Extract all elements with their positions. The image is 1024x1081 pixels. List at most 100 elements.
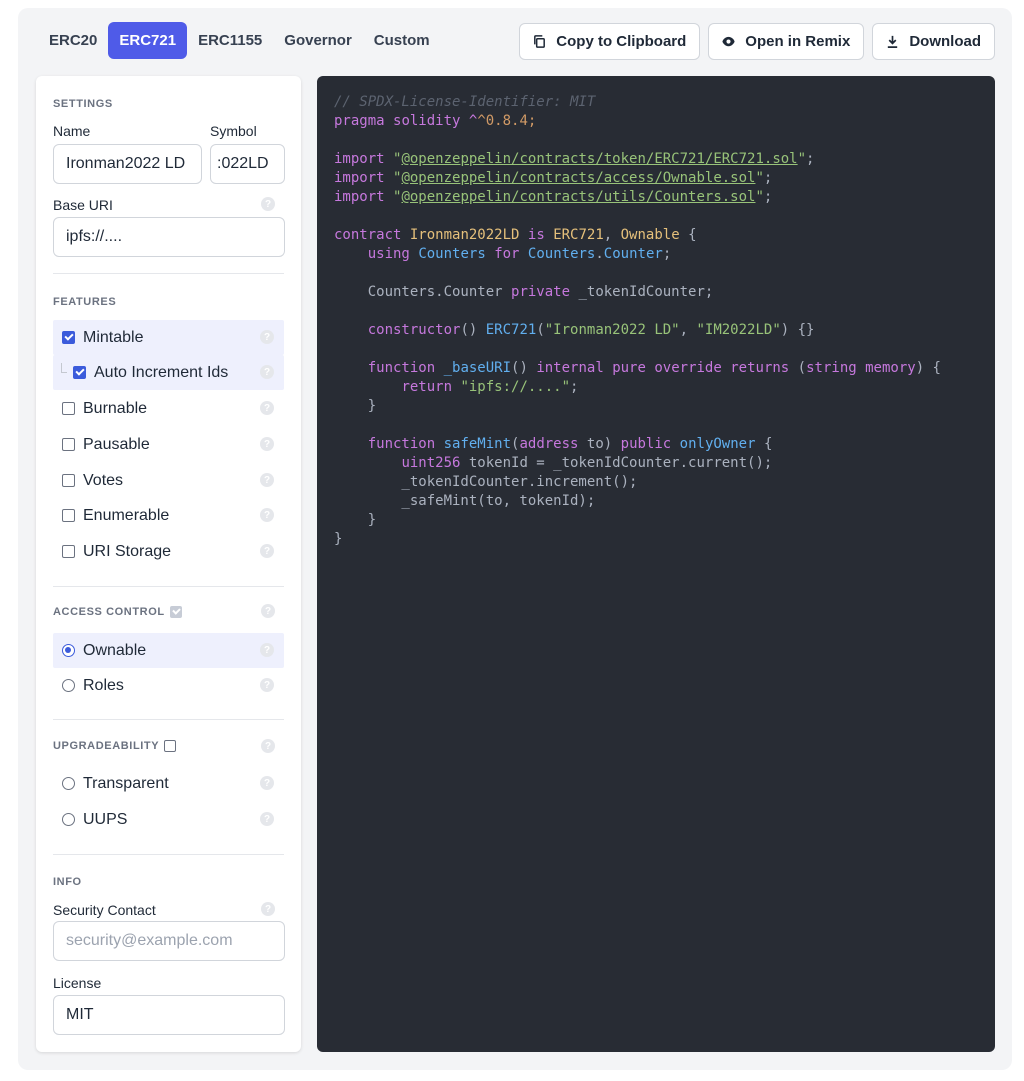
nested-indicator [61,363,67,373]
copy-to-clipboard-button[interactable]: Copy to Clipboard [519,23,701,60]
enumerable-checkbox[interactable] [62,509,75,522]
access-control-help-icon[interactable]: ? [261,604,275,618]
base-uri-label: Base URI [53,197,113,213]
uups-label: UUPS [83,810,128,828]
roles-help-icon[interactable]: ? [260,678,274,692]
security-contact-input[interactable]: security@example.com [53,921,285,961]
security-contact-help-icon[interactable]: ? [261,902,275,916]
uri-storage-label: URI Storage [83,542,172,560]
license-input[interactable]: MIT [53,995,285,1035]
action-buttons: Copy to Clipboard Open in Remix Download [519,23,995,60]
code-base-uri: "ipfs://...." [460,379,571,395]
pausable-help-icon[interactable]: ? [260,437,274,451]
code-import-ownable[interactable]: @openzeppelin/contracts/access/Ownable.s… [401,170,755,186]
access-ownable[interactable]: Ownable ? [53,633,284,668]
pausable-label: Pausable [83,435,150,453]
votes-checkbox[interactable] [62,474,75,487]
divider [53,854,284,855]
feature-burnable[interactable]: Burnable ? [53,391,284,426]
name-input[interactable]: Ironman2022 LD [53,144,202,184]
ownable-radio[interactable] [62,644,75,657]
feature-mintable[interactable]: Mintable ? [53,320,284,355]
contract-type-tabs: ERC20 ERC721 ERC1155 Governor Custom [38,22,441,59]
divider [53,719,284,720]
symbol-input[interactable]: :022LD [210,144,285,184]
settings-section-title: SETTINGS [53,98,113,110]
download-label: Download [909,33,981,50]
copy-icon [534,35,546,48]
info-section-title: INFO [53,876,82,888]
feature-pausable[interactable]: Pausable ? [53,427,284,462]
votes-label: Votes [83,471,124,489]
uri-storage-help-icon[interactable]: ? [260,544,274,558]
feature-uri-storage[interactable]: URI Storage ? [53,534,284,569]
feature-votes[interactable]: Votes ? [53,463,284,498]
upgradeability-help-icon[interactable]: ? [261,739,275,753]
name-label: Name [53,123,91,139]
tab-erc20[interactable]: ERC20 [38,22,108,59]
auto-increment-help-icon[interactable]: ? [260,365,274,379]
access-control-section-title: ACCESS CONTROL [53,606,182,618]
enumerable-label: Enumerable [83,506,170,524]
burnable-help-icon[interactable]: ? [260,401,274,415]
license-label: License [53,975,102,991]
tab-erc1155[interactable]: ERC1155 [187,22,273,59]
divider [53,273,284,274]
download-icon [888,35,898,48]
upgradeability-checkbox[interactable] [164,740,177,752]
auto-increment-label: Auto Increment Ids [94,363,229,381]
code-token-name: "Ironman2022 LD" [544,322,680,338]
symbol-label: Symbol [210,123,257,139]
copy-label: Copy to Clipboard [556,33,687,50]
tab-custom[interactable]: Custom [363,22,441,59]
ownable-help-icon[interactable]: ? [260,643,274,657]
ownable-label: Ownable [83,641,147,659]
access-roles[interactable]: Roles ? [53,668,284,703]
code-pragma-version: ^0.8.4; [477,113,537,129]
feature-enumerable[interactable]: Enumerable ? [53,498,284,533]
security-contact-label: Security Contact [53,902,156,918]
uups-help-icon[interactable]: ? [260,812,274,826]
uups-radio[interactable] [62,813,75,826]
base-uri-help-icon[interactable]: ? [261,197,275,211]
remix-icon [722,36,735,47]
feature-auto-increment-ids[interactable]: Auto Increment Ids ? [53,355,284,390]
code-contract-name: Ironman2022LD [409,227,520,243]
upgradeability-section-title: UPGRADEABILITY [53,740,177,752]
open-in-remix-button[interactable]: Open in Remix [708,23,865,60]
divider [53,586,284,587]
transparent-label: Transparent [83,774,169,792]
roles-label: Roles [83,676,124,694]
roles-radio[interactable] [62,679,75,692]
votes-help-icon[interactable]: ? [260,473,274,487]
access-control-checkbox[interactable] [169,606,182,618]
mintable-help-icon[interactable]: ? [260,330,274,344]
pausable-checkbox[interactable] [62,438,75,451]
tab-governor[interactable]: Governor [273,22,363,59]
features-section-title: FEATURES [53,296,117,308]
base-uri-input[interactable]: ipfs://.... [53,217,285,257]
download-button[interactable]: Download [872,23,995,60]
remix-label: Open in Remix [745,33,851,50]
tab-erc721[interactable]: ERC721 [108,22,188,59]
code-license-comment: // SPDX-License-Identifier: MIT [334,94,596,110]
uri-storage-checkbox[interactable] [62,545,75,558]
auto-increment-checkbox[interactable] [73,366,86,379]
mintable-checkbox[interactable] [62,331,75,344]
solidity-code: // SPDX-License-Identifier: MIT pragma s… [334,94,941,547]
transparent-help-icon[interactable]: ? [260,776,274,790]
settings-sidebar: SETTINGS Name Symbol Ironman2022 LD :022… [36,76,301,1052]
access-control-title: ACCESS CONTROL [53,606,165,618]
enumerable-help-icon[interactable]: ? [260,508,274,522]
burnable-label: Burnable [83,399,148,417]
code-editor[interactable]: // SPDX-License-Identifier: MIT pragma s… [317,76,995,1052]
code-token-symbol: "IM2022LD" [696,322,781,338]
mintable-label: Mintable [83,328,144,346]
code-import-erc721[interactable]: @openzeppelin/contracts/token/ERC721/ERC… [401,151,797,167]
transparent-radio[interactable] [62,777,75,790]
code-import-counters[interactable]: @openzeppelin/contracts/utils/Counters.s… [401,189,755,205]
upgradeability-title: UPGRADEABILITY [53,740,160,752]
upgrade-uups[interactable]: UUPS ? [53,802,284,837]
burnable-checkbox[interactable] [62,402,75,415]
upgrade-transparent[interactable]: Transparent ? [53,766,284,801]
